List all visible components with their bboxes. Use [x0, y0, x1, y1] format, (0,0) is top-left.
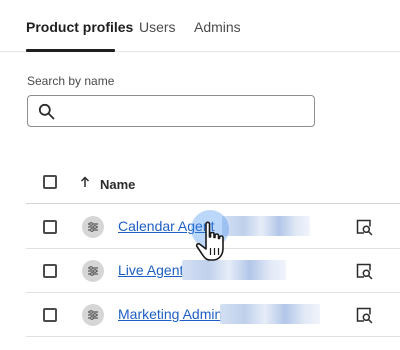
table-row[interactable]: Live Agent — [26, 249, 400, 293]
search-input[interactable] — [62, 96, 310, 126]
table-header: Name — [26, 162, 400, 204]
sort-arrow-up-icon[interactable] — [80, 176, 90, 188]
table-row[interactable]: Calendar Agent — [26, 205, 400, 249]
view-details-icon[interactable] — [355, 262, 373, 280]
profile-name-link[interactable]: Marketing Admin — [118, 306, 222, 322]
row-checkbox[interactable] — [43, 220, 57, 234]
tab-users[interactable]: Users — [139, 19, 176, 35]
search-field[interactable] — [27, 95, 315, 127]
settings-sliders-icon — [82, 304, 104, 326]
view-details-icon[interactable] — [355, 218, 373, 236]
profile-name-link[interactable]: Calendar Agent — [118, 218, 215, 234]
settings-sliders-icon — [82, 260, 104, 282]
search-label: Search by name — [27, 74, 115, 88]
select-all-checkbox[interactable] — [43, 175, 57, 189]
active-tab-indicator — [26, 49, 115, 52]
search-icon — [38, 103, 55, 120]
row-checkbox[interactable] — [43, 308, 57, 322]
tab-admins[interactable]: Admins — [194, 19, 241, 35]
redacted-text — [220, 304, 320, 324]
profile-name-link[interactable]: Live Agent — [118, 262, 183, 278]
redacted-text — [222, 216, 310, 236]
column-header-name[interactable]: Name — [100, 177, 135, 192]
row-checkbox[interactable] — [43, 264, 57, 278]
redacted-text — [182, 260, 286, 280]
table-row[interactable]: Marketing Admin — [26, 293, 400, 337]
settings-sliders-icon — [82, 216, 104, 238]
tab-bar: Product profiles Users Admins — [0, 0, 400, 52]
view-details-icon[interactable] — [355, 306, 373, 324]
tab-product-profiles[interactable]: Product profiles — [26, 19, 133, 35]
